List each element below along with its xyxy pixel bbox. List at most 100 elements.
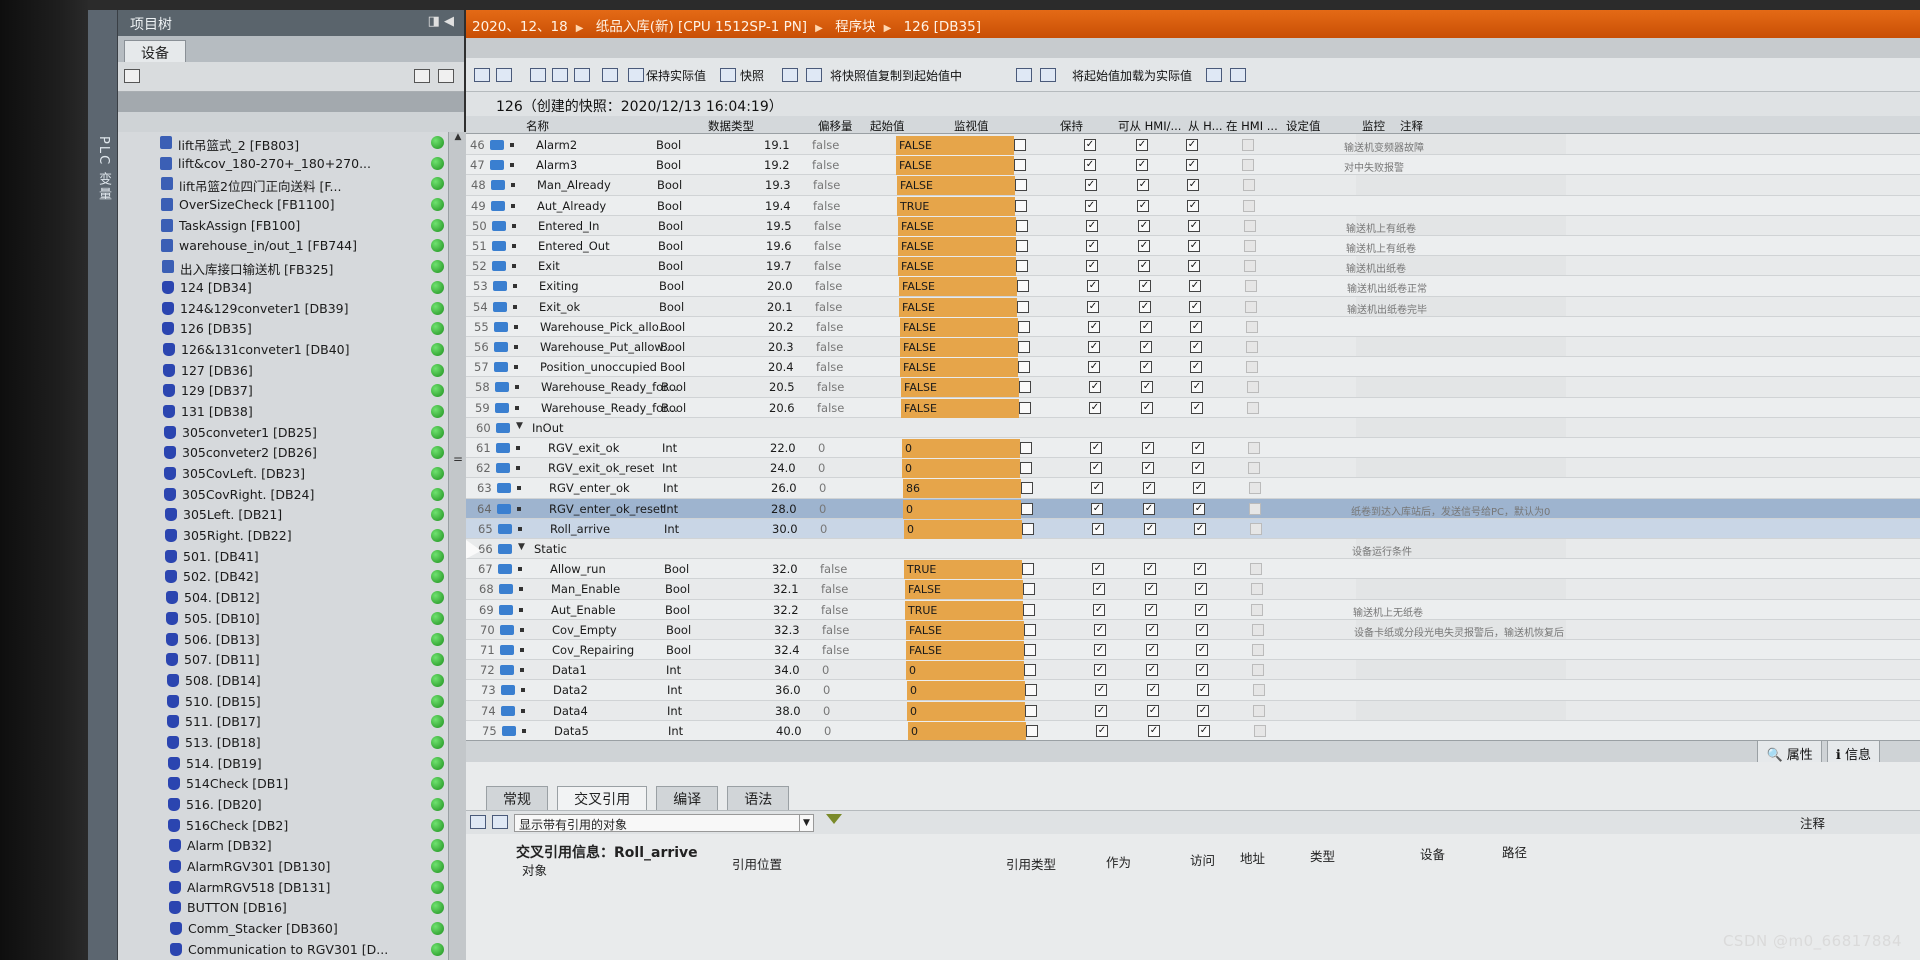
hmi-visible-checkbox[interactable]: ✓ (1195, 603, 1207, 616)
tree-item[interactable]: lift&cov_180-270+_180+270... (118, 153, 448, 174)
variable-name[interactable]: Warehouse_Ready_for... (541, 380, 678, 394)
hmi-visible-checkbox[interactable]: ✓ (1190, 361, 1202, 374)
hmi-write-checkbox[interactable]: ✓ (1139, 300, 1151, 313)
keep-actual-icon[interactable] (628, 68, 644, 82)
table-row[interactable]: 51 Entered_Out Bool 19.6 false FALSE ✓ ✓ ✓ 输送机上有纸… (466, 236, 1920, 257)
setpoint-checkbox[interactable] (1253, 684, 1265, 697)
hmi-access-checkbox[interactable]: ✓ (1089, 381, 1101, 394)
retain-checkbox[interactable] (1024, 644, 1036, 656)
table-row[interactable]: 73 Data2 Int 36.0 0 0 ✓ ✓ ✓ (466, 680, 1920, 701)
tree-item[interactable]: 出入库接口输送机 [FB325] (118, 256, 448, 277)
setpoint-checkbox[interactable] (1243, 199, 1255, 212)
setpoint-checkbox[interactable] (1250, 522, 1262, 535)
table-row[interactable]: 59 Warehouse_Ready_for... Bool 20.6 false FAL… (466, 397, 1920, 418)
variable-name[interactable]: Man_Enable (551, 582, 620, 596)
setpoint-checkbox[interactable] (1244, 260, 1256, 273)
refresh-icon[interactable] (492, 815, 508, 829)
hmi-access-checkbox[interactable]: ✓ (1084, 159, 1096, 172)
hmi-write-checkbox[interactable]: ✓ (1145, 583, 1157, 596)
hmi-visible-checkbox[interactable]: ✓ (1188, 240, 1200, 252)
tree-item[interactable]: 131 [DB38] (118, 401, 448, 422)
breadcrumb-program-blocks[interactable]: 程序块 (835, 19, 876, 35)
table-row[interactable]: 48 Man_Already Bool 19.3 false FALSE ✓ ✓ ✓ (466, 175, 1920, 196)
data-type[interactable]: Int (668, 724, 683, 738)
retain-checkbox[interactable] (1018, 361, 1030, 374)
hmi-access-checkbox[interactable]: ✓ (1087, 300, 1099, 313)
data-type[interactable]: Bool (657, 178, 682, 192)
start-value[interactable]: 0 (823, 683, 830, 697)
variable-name[interactable]: Cov_Empty (552, 623, 617, 637)
plc-variables-side-tab[interactable]: PLC 变量 (88, 10, 118, 960)
setpoint-checkbox[interactable] (1249, 502, 1261, 515)
tree-item[interactable]: AlarmRGV301 [DB130] (118, 856, 448, 877)
table-row[interactable]: 60 ▼ InOut (466, 418, 1920, 438)
hmi-visible-checkbox[interactable]: ✓ (1188, 219, 1200, 232)
start-value[interactable]: 0 (819, 502, 826, 516)
data-type[interactable]: Bool (658, 219, 683, 233)
tree-item[interactable]: Alarm [DB32] (118, 835, 448, 856)
col-comment-xref[interactable]: 注释 (1800, 813, 1825, 832)
tree-item[interactable]: 502. [DB42] (118, 566, 448, 587)
tree-item[interactable]: 305CovRight. [DB24] (118, 484, 448, 505)
tree-item[interactable]: 513. [DB18] (118, 732, 448, 753)
list-view-icon[interactable] (470, 815, 486, 829)
hmi-access-checkbox[interactable]: ✓ (1086, 219, 1098, 232)
retain-checkbox[interactable] (1019, 381, 1031, 394)
start-value[interactable]: 0 (820, 522, 827, 536)
tree-item[interactable]: 127 [DB36] (118, 360, 448, 381)
retain-checkbox[interactable] (1016, 240, 1028, 252)
retain-checkbox[interactable] (1016, 260, 1028, 273)
table-row[interactable]: 62 RGV_exit_ok_reset Int 24.0 0 0 ✓ ✓ ✓ (466, 458, 1920, 479)
data-type[interactable]: Int (664, 522, 679, 536)
variable-name[interactable]: Cov_Repairing (552, 643, 634, 657)
variable-name[interactable]: Data5 (554, 724, 589, 738)
setpoint-checkbox[interactable] (1248, 462, 1260, 475)
variable-name[interactable]: Data1 (552, 663, 587, 677)
retain-checkbox[interactable] (1023, 603, 1035, 616)
tree-item[interactable]: OverSizeCheck [FB1100] (118, 194, 448, 215)
data-type[interactable]: Int (663, 481, 678, 495)
hmi-write-checkbox[interactable]: ✓ (1148, 724, 1160, 737)
start-value[interactable]: false (822, 623, 849, 637)
col-hmi-access[interactable]: 可从 HMI/... (1118, 118, 1181, 134)
hmi-write-checkbox[interactable]: ✓ (1143, 482, 1155, 495)
start-value[interactable]: false (814, 219, 841, 233)
table-row[interactable]: 66 ▼ Static 设备运行条件 (466, 539, 1920, 560)
data-type[interactable]: Bool (657, 199, 682, 213)
tree-item[interactable]: 129 [DB37] (118, 380, 448, 401)
col-device[interactable]: 设备 (1420, 844, 1445, 863)
hmi-access-checkbox[interactable]: ✓ (1090, 462, 1102, 475)
hmi-visible-checkbox[interactable]: ✓ (1198, 724, 1210, 737)
tree-item[interactable]: 124 [DB34] (118, 277, 448, 298)
data-type[interactable]: Bool (665, 582, 690, 596)
tree-item[interactable]: lift吊篮式_2 [FB803] (118, 132, 448, 153)
table-row[interactable]: 52 Exit Bool 19.7 false FALSE ✓ ✓ ✓ 输送机出纸卷 (466, 256, 1920, 277)
tree-item[interactable]: 511. [DB17] (118, 711, 448, 732)
retain-checkbox[interactable] (1025, 704, 1037, 717)
breadcrumb-project[interactable]: 2020、12、18 (472, 19, 568, 35)
data-type[interactable]: Bool (660, 320, 685, 334)
hmi-visible-checkbox[interactable]: ✓ (1190, 341, 1202, 353)
view-list-icon[interactable] (414, 69, 430, 83)
expand-arrow-icon[interactable]: ▼ (516, 421, 523, 431)
start-value[interactable]: false (817, 401, 844, 415)
tree-item[interactable]: Communication to RGV301 [D... (118, 939, 448, 960)
hmi-access-checkbox[interactable]: ✓ (1088, 341, 1100, 353)
setpoint-checkbox[interactable] (1247, 381, 1259, 394)
hmi-access-checkbox[interactable]: ✓ (1088, 361, 1100, 374)
expand-icon[interactable] (530, 68, 546, 82)
data-type[interactable]: Bool (661, 380, 686, 394)
tab-compile[interactable]: 编译 (656, 786, 719, 812)
hmi-write-checkbox[interactable]: ✓ (1146, 664, 1158, 677)
col-start[interactable]: 起始值 (870, 118, 905, 134)
table-row[interactable]: 70 Cov_Empty Bool 32.3 false FALSE ✓ ✓ ✓ 设备卡纸或分段光… (466, 620, 1920, 640)
tree-item[interactable]: 305Left. [DB21] (118, 504, 448, 525)
data-type[interactable]: Bool (665, 603, 690, 617)
hmi-access-checkbox[interactable]: ✓ (1086, 260, 1098, 273)
hmi-access-checkbox[interactable]: ✓ (1088, 320, 1100, 333)
hmi-access-checkbox[interactable]: ✓ (1093, 583, 1105, 596)
table-row[interactable]: 69 Aut_Enable Bool 32.2 false TRUE ✓ ✓ ✓ 输送机上无纸卷 (466, 599, 1920, 620)
setpoint-checkbox[interactable] (1252, 644, 1264, 656)
tree-item[interactable]: 514. [DB19] (118, 753, 448, 774)
hmi-visible-checkbox[interactable]: ✓ (1194, 522, 1206, 535)
